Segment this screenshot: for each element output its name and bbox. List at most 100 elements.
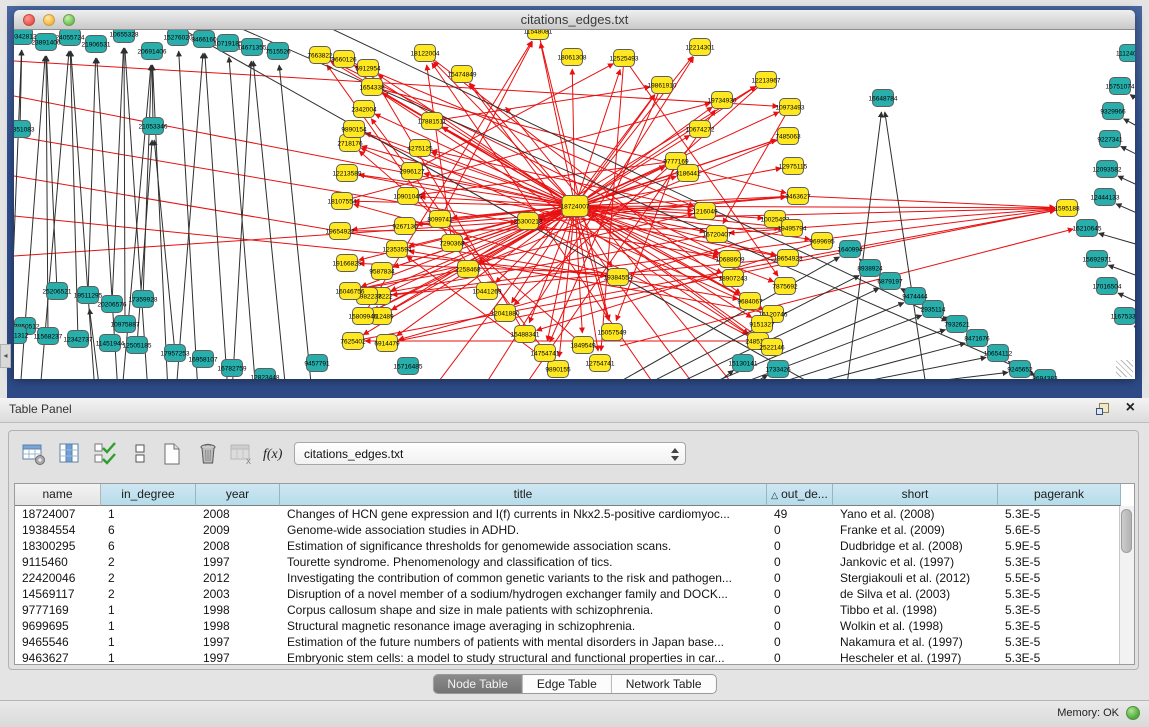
graph-edge[interactable] <box>97 58 118 379</box>
graph-node[interactable]: 7485063 <box>775 128 801 145</box>
graph-node[interactable]: 2342004 <box>351 101 377 118</box>
graph-node[interactable]: 12213589 <box>333 165 362 182</box>
graph-node[interactable]: 3911312 <box>14 327 29 344</box>
graph-node[interactable]: 25206521 <box>43 283 72 300</box>
cell-out_degree[interactable]: 0 <box>767 554 833 570</box>
graph-node[interactable]: 12525493 <box>610 50 639 67</box>
cell-name[interactable]: 9699695 <box>15 618 101 634</box>
graph-edge[interactable] <box>153 65 168 379</box>
cell-year[interactable]: 2008 <box>196 506 280 522</box>
table-row[interactable]: 946362711997Embryonic stem cells: a mode… <box>15 650 1134 665</box>
float-window-icon[interactable] <box>1096 403 1109 415</box>
graph-node[interactable]: 10655328 <box>110 30 139 43</box>
graph-node[interactable]: 7625402 <box>340 333 366 350</box>
cell-year[interactable]: 1998 <box>196 618 280 634</box>
graph-node[interactable]: 7290368 <box>439 235 465 252</box>
graph-node[interactable]: 5912954 <box>355 60 381 77</box>
delete-table-button[interactable]: x <box>229 441 255 467</box>
graph-node[interactable]: 9267130 <box>392 218 418 235</box>
column-header-title[interactable]: title <box>280 484 767 506</box>
cell-name[interactable]: 14569117 <box>15 586 101 602</box>
graph-node[interactable]: 10674272 <box>686 121 715 138</box>
graph-node[interactable]: 1595188 <box>1054 200 1080 217</box>
graph-node[interactable]: 1216049 <box>692 203 718 220</box>
graph-edge[interactable] <box>232 61 251 379</box>
cell-pagerank[interactable]: 5.6E-5 <box>998 522 1121 538</box>
graph-node[interactable]: 9457791 <box>304 355 330 372</box>
cell-out_degree[interactable]: 0 <box>767 538 833 554</box>
graph-node[interactable]: 9227341 <box>1097 131 1123 148</box>
graph-node[interactable]: 12975115 <box>779 158 808 175</box>
graph-edge[interactable] <box>1124 119 1135 131</box>
graph-edge[interactable] <box>176 53 203 379</box>
graph-edge[interactable] <box>885 112 927 379</box>
graph-node[interactable]: 8938924 <box>857 260 883 277</box>
graph-edge[interactable] <box>572 69 575 206</box>
cell-out_degree[interactable]: 0 <box>767 618 833 634</box>
graph-node[interactable]: 16958107 <box>189 351 218 368</box>
graph-node[interactable]: 10688609 <box>716 251 745 268</box>
graph-edge[interactable] <box>1134 326 1135 336</box>
graph-node[interactable]: 8471676 <box>964 330 990 347</box>
tab-node-table[interactable]: Node Table <box>433 675 522 693</box>
resize-grip-icon[interactable] <box>1116 360 1133 377</box>
graph-edge[interactable] <box>179 51 198 379</box>
column-header-out_degree[interactable]: △out_de... <box>767 484 833 506</box>
graph-node[interactable]: 12093582 <box>1093 161 1122 178</box>
close-panel-icon[interactable]: × <box>1126 399 1135 417</box>
cell-year[interactable]: 1997 <box>196 650 280 665</box>
cell-year[interactable]: 2009 <box>196 522 280 538</box>
graph-node[interactable]: 19654923 <box>774 250 803 267</box>
graph-node[interactable]: 9329966 <box>1100 103 1126 120</box>
graph-node[interactable]: 1849549 <box>570 337 596 354</box>
graph-node[interactable]: 16210645 <box>1073 220 1102 237</box>
graph-node[interactable]: 2258468 <box>455 261 481 278</box>
cell-name[interactable]: 18300295 <box>15 538 101 554</box>
graph-node[interactable]: 19734930 <box>708 92 737 109</box>
cell-name[interactable]: 9463627 <box>15 650 101 665</box>
cell-pagerank[interactable]: 5.3E-5 <box>998 506 1121 522</box>
create-column-button[interactable] <box>159 441 185 467</box>
graph-node[interactable]: 3186441 <box>675 165 701 182</box>
graph-edge[interactable] <box>1130 95 1135 105</box>
graph-edge[interactable] <box>112 48 123 304</box>
cell-name[interactable]: 22420046 <box>15 570 101 586</box>
graph-edge[interactable] <box>559 206 575 357</box>
cell-pagerank[interactable]: 5.3E-5 <box>998 634 1121 650</box>
graph-node[interactable]: 9684067 <box>737 293 763 310</box>
graph-node[interactable]: 4275125 <box>407 140 433 157</box>
cell-out_degree[interactable]: 0 <box>767 634 833 650</box>
graph-edge[interactable] <box>776 343 965 379</box>
network-canvas-area[interactable]: 1872400724055724238914062190653119342812… <box>14 30 1135 379</box>
graph-node[interactable]: 7663822 <box>307 47 333 64</box>
graph-node[interactable]: 11124057 <box>1116 45 1135 62</box>
cell-pagerank[interactable]: 5.3E-5 <box>998 618 1121 634</box>
column-header-year[interactable]: year <box>196 484 280 506</box>
graph-node[interactable]: 2996127 <box>399 163 425 180</box>
cell-title[interactable]: Embryonic stem cells: a model to study s… <box>280 650 767 665</box>
table-row[interactable]: 1830029562008Estimation of significance … <box>15 538 1134 554</box>
graph-edge[interactable] <box>806 357 986 379</box>
graph-node[interactable]: 11675331 <box>1111 308 1135 325</box>
graph-node[interactable]: 21906531 <box>82 36 111 53</box>
graph-node[interactable]: 19166825 <box>333 255 362 272</box>
graph-node[interactable]: 10654112 <box>984 345 1013 362</box>
graph-node[interactable]: 21053346 <box>139 118 168 135</box>
graph-node[interactable]: 17957253 <box>161 345 190 362</box>
graph-edge[interactable] <box>253 61 286 379</box>
table-row[interactable]: 946554611997Estimation of the future num… <box>15 634 1134 650</box>
collapsed-panel-arrow-icon[interactable]: ◂ <box>0 344 11 368</box>
cell-pagerank[interactable]: 5.3E-5 <box>998 586 1121 602</box>
graph-node[interactable]: 9151327 <box>749 316 775 333</box>
graph-node[interactable]: 1733426 <box>765 361 791 378</box>
graph-node[interactable]: 20351083 <box>14 121 35 138</box>
graph-node[interactable]: 16782759 <box>218 360 247 377</box>
graph-node[interactable]: 9660126 <box>331 51 357 68</box>
graph-node[interactable]: 1640994 <box>837 241 863 258</box>
cell-short[interactable]: Nakamura et al. (1997) <box>833 634 998 650</box>
select-all-rows-button[interactable] <box>93 441 119 467</box>
graph-node[interactable]: 11451944 <box>96 335 125 352</box>
cell-short[interactable]: Hescheler et al. (1997) <box>833 650 998 665</box>
cell-name[interactable]: 9777169 <box>15 602 101 618</box>
graph-edge[interactable] <box>137 140 152 345</box>
